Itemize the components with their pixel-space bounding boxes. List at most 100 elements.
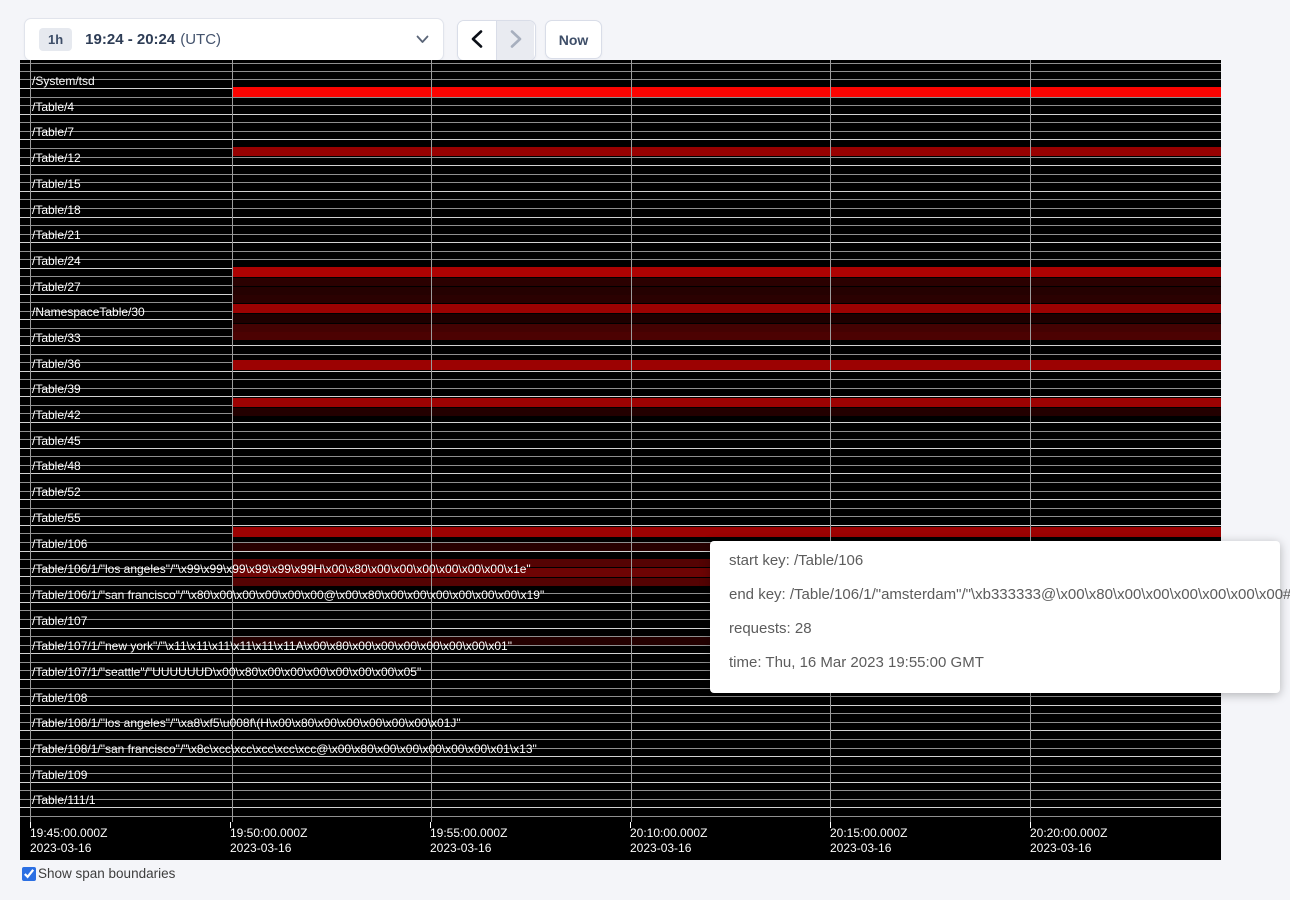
span-boundary-line	[20, 114, 1221, 115]
span-label: /Table/107	[32, 615, 87, 628]
tooltip-requests: requests: 28	[729, 621, 1280, 636]
grid-row-line	[20, 354, 1221, 355]
axis-tick-time: 20:15:00.000Z	[830, 826, 907, 840]
show-span-boundaries-label[interactable]: Show span boundaries	[38, 866, 175, 881]
span-boundary-line	[20, 345, 1221, 346]
grid-row-line	[20, 465, 1221, 466]
grid-row-line	[20, 713, 1221, 714]
span-label: /Table/33	[32, 332, 81, 345]
span-label: /Table/21	[32, 229, 81, 242]
span-label: /Table/106/1/"san francisco"/"\x80\x00\x…	[32, 589, 544, 602]
grid-row-line	[20, 182, 1221, 183]
span-label: /Table/39	[32, 383, 81, 396]
next-interval-button[interactable]	[496, 21, 534, 60]
axis-tick-time: 19:45:00.000Z	[30, 826, 107, 840]
span-boundary-line	[20, 242, 1221, 243]
heat-band[interactable]	[232, 527, 1221, 537]
grid-row-line	[20, 225, 1221, 226]
time-range-timezone: (UTC)	[180, 31, 221, 48]
span-boundary-line	[20, 165, 1221, 166]
span-boundary-line	[20, 139, 1221, 140]
span-label: /Table/108/1/"san francisco"/"\x8c\xcc\x…	[32, 743, 537, 756]
span-label: /Table/12	[32, 152, 81, 165]
span-label: /NamespaceTable/30	[32, 306, 145, 319]
grid-row-line	[20, 456, 1221, 457]
span-boundary-line	[20, 756, 1221, 757]
grid-row-line	[20, 174, 1221, 175]
heat-band[interactable]	[232, 287, 1221, 295]
span-boundary-line	[20, 371, 1221, 372]
time-range-text: 19:24 - 20:24	[85, 31, 175, 48]
grid-column-line	[631, 60, 632, 822]
heat-band[interactable]	[232, 408, 1221, 416]
heat-band[interactable]	[232, 304, 1221, 313]
span-label: /Table/4	[32, 101, 74, 114]
grid-row-line	[20, 431, 1221, 432]
span-label: /Table/52	[32, 486, 81, 499]
grid-row-line	[20, 439, 1221, 440]
heat-band[interactable]	[232, 87, 1221, 97]
grid-row-line	[20, 765, 1221, 766]
grid-row-line	[20, 773, 1221, 774]
heat-band[interactable]	[232, 278, 1221, 286]
grid-row-line	[20, 105, 1221, 106]
time-nav-group	[457, 20, 536, 61]
span-label: /Table/45	[32, 435, 81, 448]
axis-tick-date: 2023-03-16	[430, 841, 491, 855]
heatmap-tooltip: start key: /Table/106 end key: /Table/10…	[710, 541, 1280, 693]
heat-band[interactable]	[232, 324, 1221, 332]
span-label: /Table/106/1/"los angeles"/"\x99\x99\x99…	[32, 563, 531, 576]
heat-band[interactable]	[232, 314, 1221, 323]
heat-band[interactable]	[232, 398, 1221, 407]
heat-band[interactable]	[232, 360, 1221, 370]
grid-column-line	[830, 60, 831, 822]
grid-row-line	[20, 799, 1221, 800]
span-boundary-line	[20, 448, 1221, 449]
axis-tick-time: 19:50:00.000Z	[230, 826, 307, 840]
axis-tick-time: 19:55:00.000Z	[430, 826, 507, 840]
span-boundary-line	[20, 807, 1221, 808]
tooltip-end-key: end key: /Table/106/1/"amsterdam"/"\xb33…	[729, 587, 1280, 602]
show-span-boundaries-checkbox[interactable]	[22, 867, 36, 881]
grid-row-line	[20, 259, 1221, 260]
span-boundaries-control: Show span boundaries	[22, 866, 175, 881]
heat-band[interactable]	[232, 295, 1221, 303]
span-boundary-line	[20, 422, 1221, 423]
span-label: /Table/48	[32, 460, 81, 473]
now-button[interactable]: Now	[545, 20, 602, 59]
heat-band[interactable]	[232, 147, 1221, 156]
grid-row-line	[20, 388, 1221, 389]
grid-row-line	[20, 482, 1221, 483]
axis-tick-date: 2023-03-16	[230, 841, 291, 855]
heat-band[interactable]	[232, 267, 1221, 277]
axis-tick-date: 2023-03-16	[30, 841, 91, 855]
span-boundary-line	[20, 191, 1221, 192]
heatmap[interactable]: start key: /Table/106 end key: /Table/10…	[20, 60, 1221, 860]
span-boundary-line	[20, 525, 1221, 526]
grid-column-line	[232, 60, 233, 822]
span-label: /Table/18	[32, 204, 81, 217]
span-label: /Table/36	[32, 358, 81, 371]
grid-row-line	[20, 379, 1221, 380]
grid-row-line	[20, 208, 1221, 209]
span-boundary-line	[20, 473, 1221, 474]
previous-interval-button[interactable]	[458, 21, 496, 60]
span-boundary-line	[20, 730, 1221, 731]
heat-band[interactable]	[232, 332, 1221, 340]
grid-row-line	[20, 739, 1221, 740]
tooltip-start-key: start key: /Table/106	[729, 553, 1280, 568]
chevron-down-icon	[416, 35, 429, 44]
grid-row-line	[20, 122, 1221, 123]
grid-row-line	[20, 790, 1221, 791]
grid-row-line	[20, 816, 1221, 817]
span-boundary-line	[20, 499, 1221, 500]
span-label: /Table/107/1/"seattle"/"UUUUUUD\x00\x80\…	[32, 666, 421, 679]
chevron-right-icon	[510, 30, 522, 51]
grid-column-line	[30, 60, 31, 822]
axis-tick-time: 20:20:00.000Z	[1030, 826, 1107, 840]
span-label: /Table/107/1/"new york"/"\x11\x11\x11\x1…	[32, 640, 512, 653]
span-label: /Table/108/1/"los angeles"/"\xa8\xf5\u00…	[32, 717, 461, 730]
span-label: /Table/108	[32, 692, 87, 705]
time-range-selector[interactable]: 1h 19:24 - 20:24 (UTC)	[24, 18, 444, 61]
grid-row-line	[20, 251, 1221, 252]
